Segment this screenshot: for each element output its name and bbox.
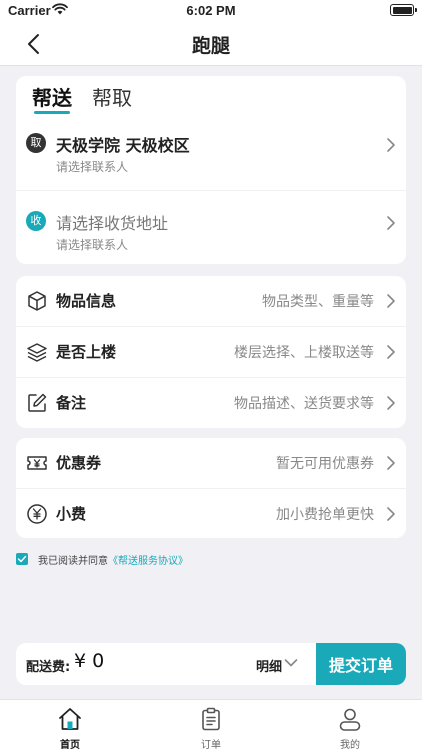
- tip-label: 小费: [56, 505, 87, 523]
- delivery-contact: 请选择联系人: [56, 238, 129, 252]
- tab-home-label: 首页: [60, 740, 80, 750]
- delivery-address-row[interactable]: 收 请选择收货地址 请选择联系人: [16, 204, 406, 270]
- upstairs-label: 是否上楼: [56, 343, 117, 361]
- coupon-icon: [27, 456, 47, 470]
- box-icon: [28, 291, 46, 311]
- fee-detail-link[interactable]: 明细: [256, 656, 282, 675]
- fee-amount: ¥ 0: [74, 650, 105, 672]
- chevron-right-icon: [387, 216, 395, 230]
- remarks-label: 备注: [56, 394, 87, 412]
- layers-icon: [27, 343, 47, 362]
- home-icon: [59, 708, 81, 730]
- chevron-right-icon: [387, 294, 395, 308]
- agreement-prefix: 我已阅读并同意: [38, 556, 108, 567]
- yuan-icon: [27, 504, 47, 524]
- item-info-row[interactable]: 物品信息 物品类型、重量等: [16, 276, 406, 326]
- coupon-hint: 暂无可用优惠券: [276, 456, 374, 472]
- agreement-text: 我已阅读并同意《帮送服务协议》: [38, 552, 188, 567]
- tab-deliver[interactable]: 帮送: [32, 82, 72, 111]
- item-info-label: 物品信息: [56, 292, 117, 310]
- submit-order-button[interactable]: 提交订单: [316, 643, 406, 685]
- chevron-right-icon: [387, 345, 395, 359]
- status-bar: Carrier 6:02 PM: [0, 0, 422, 22]
- chevron-right-icon: [387, 507, 395, 521]
- details-card: 物品信息 物品类型、重量等 是否上楼 楼层选择、上楼取送等 备注 物品描述、送货…: [16, 276, 406, 428]
- clock-time: 6:02 PM: [186, 3, 236, 18]
- delivery-badge: 收: [26, 211, 46, 231]
- active-tab-indicator: [34, 111, 70, 114]
- tab-orders-label: 订单: [201, 740, 221, 750]
- remarks-row[interactable]: 备注 物品描述、送货要求等: [16, 378, 406, 428]
- tip-row[interactable]: 小费 加小费抢单更快: [16, 489, 406, 539]
- delivery-address: 请选择收货地址: [56, 214, 169, 233]
- agreement-checkbox[interactable]: [16, 553, 28, 565]
- coupon-row[interactable]: 优惠券 暂无可用优惠券: [16, 438, 406, 488]
- pickup-address-row[interactable]: 取 天极学院 天极校区 请选择联系人: [16, 126, 406, 192]
- page-title: 跑腿: [191, 35, 230, 57]
- item-info-hint: 物品类型、重量等: [262, 294, 374, 310]
- chevron-right-icon: [387, 138, 395, 152]
- tip-hint: 加小费抢单更快: [276, 507, 374, 523]
- tab-mine[interactable]: 我的: [310, 700, 390, 750]
- tab-home[interactable]: 首页: [30, 700, 110, 750]
- fee-label: 配送费:: [26, 660, 71, 675]
- bottom-tab-bar: 首页 订单 我的: [0, 699, 422, 750]
- tab-pickup[interactable]: 帮取: [92, 82, 132, 111]
- navigation-bar: 跑腿: [0, 22, 422, 66]
- pickup-address: 天极学院 天极校区: [56, 136, 190, 155]
- tab-orders[interactable]: 订单: [171, 700, 251, 750]
- pickup-contact: 请选择联系人: [56, 160, 129, 174]
- tab-mine-label: 我的: [340, 740, 360, 750]
- coupon-label: 优惠券: [56, 454, 102, 472]
- fee-bar: 配送费: ¥ 0 明细 提交订单: [16, 643, 406, 685]
- battery-icon: [390, 4, 417, 16]
- address-card: 帮送 帮取 取 天极学院 天极校区 请选择联系人 收 请选择收货地址 请选择联系…: [16, 76, 406, 264]
- upstairs-hint: 楼层选择、上楼取送等: [234, 345, 374, 361]
- edit-icon: [28, 393, 47, 412]
- divider: [16, 190, 406, 191]
- user-icon: [339, 708, 361, 731]
- chevron-right-icon: [387, 456, 395, 470]
- upstairs-row[interactable]: 是否上楼 楼层选择、上楼取送等: [16, 327, 406, 377]
- chevron-down-icon: [284, 659, 298, 667]
- remarks-hint: 物品描述、送货要求等: [234, 396, 374, 412]
- extras-card: 优惠券 暂无可用优惠券 小费 加小费抢单更快: [16, 438, 406, 538]
- clipboard-icon: [202, 707, 220, 731]
- agreement-link[interactable]: 《帮送服务协议》: [108, 556, 188, 567]
- pickup-badge: 取: [26, 133, 46, 153]
- chevron-right-icon: [387, 396, 395, 410]
